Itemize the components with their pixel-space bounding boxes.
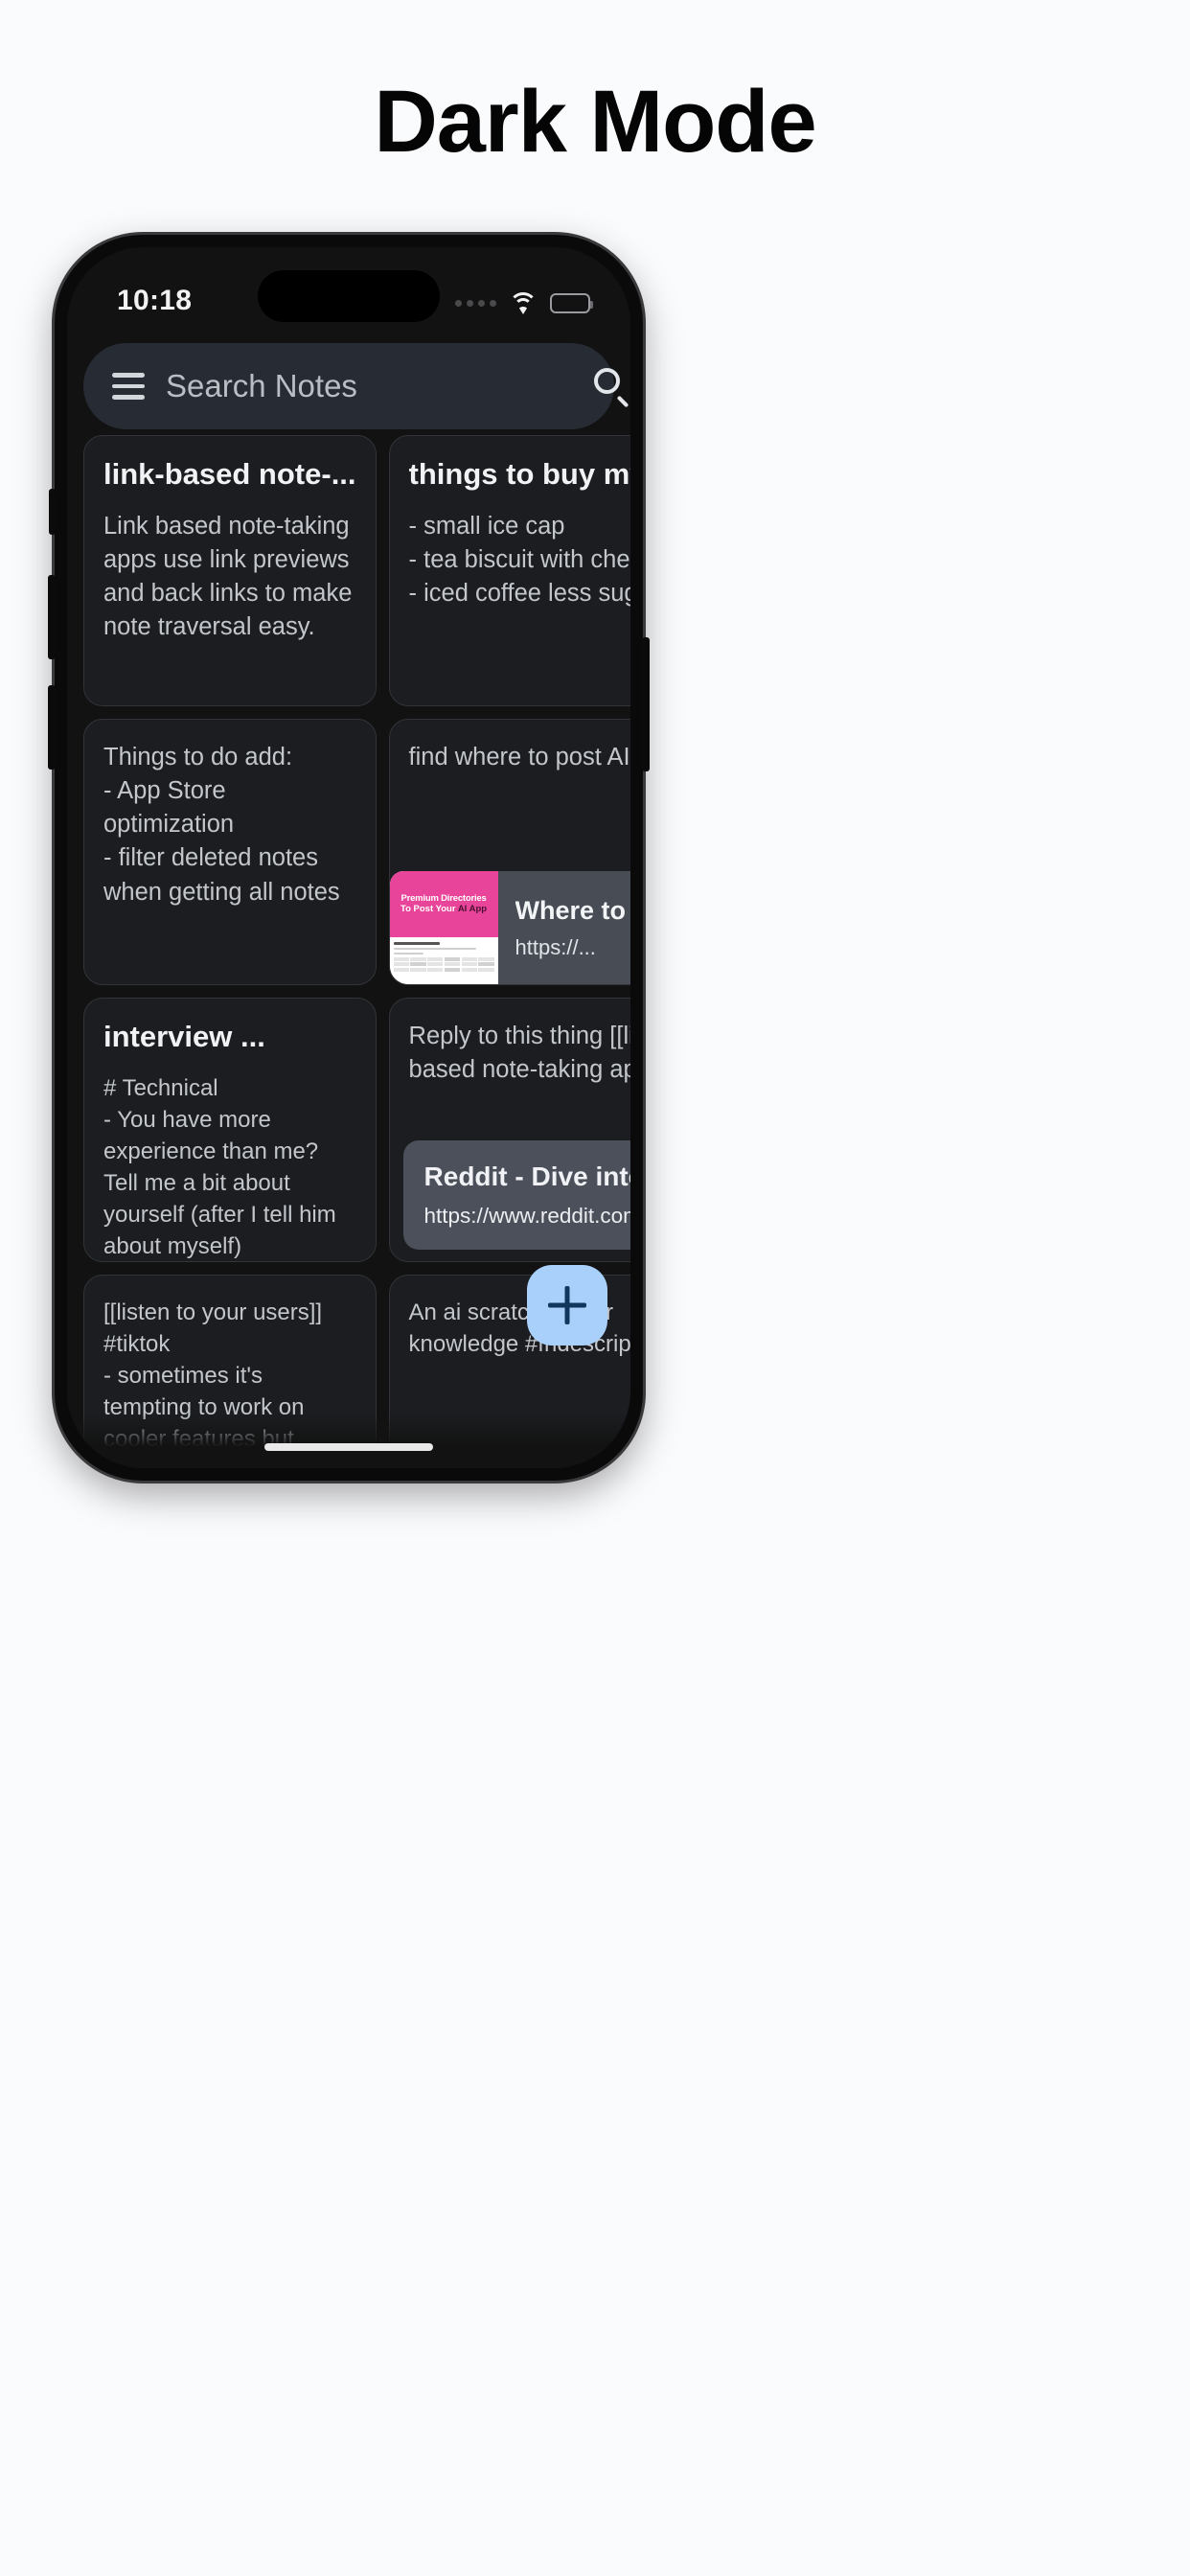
- note-title: link-based note-...: [103, 457, 356, 491]
- thumbnail-sheet-graphic: [389, 936, 498, 985]
- page-root: Dark Mode 10:18 Search Notes link-based …: [0, 0, 1190, 2576]
- link-card[interactable]: Reddit - Dive into ... https://www.reddi…: [402, 1139, 630, 1250]
- silent-switch[interactable]: [49, 489, 56, 535]
- thumbnail-line-2b: AI App: [457, 904, 488, 915]
- note-card[interactable]: Things to do add: - App Store optimizati…: [83, 718, 377, 986]
- wifi-icon: [509, 292, 538, 314]
- status-clock: 10:18: [117, 285, 193, 316]
- note-title: interview ...: [103, 1020, 265, 1054]
- volume-up-button[interactable]: [48, 575, 56, 659]
- plus-icon: [548, 1286, 586, 1324]
- note-body: Reply to this thing [[link-based note-ta…: [408, 1023, 630, 1084]
- link-preview-title: Where to ...: [515, 895, 630, 925]
- battery-full-icon: [550, 292, 593, 313]
- note-body: [[listen to your users]] #tiktok - somet…: [103, 1299, 323, 1453]
- link-preview[interactable]: Premium Directories To Post Your AI App: [389, 871, 630, 985]
- note-card-with-link[interactable]: Reply to this thing [[link-based note-ta…: [388, 998, 630, 1262]
- hamburger-menu-icon[interactable]: [112, 373, 145, 400]
- note-card[interactable]: link-based note-... Link based note-taki…: [83, 435, 377, 706]
- search-bar[interactable]: [83, 343, 629, 429]
- link-preview-thumbnail: Premium Directories To Post Your AI App: [389, 871, 498, 985]
- link-preview-url: https://...: [515, 934, 596, 959]
- note-body: find where to post AI app: [408, 743, 630, 770]
- note-body: # Technical - You have more experience t…: [103, 1074, 336, 1260]
- note-body: Link based note-taking apps use link pre…: [103, 512, 353, 641]
- cellular-dots-icon: [455, 299, 496, 307]
- note-card[interactable]: interview ... # Technical - You have mor…: [83, 998, 377, 1262]
- link-preview-text: Where to ... https://...: [498, 871, 630, 984]
- link-card-title: Reddit - Dive into ...: [423, 1161, 630, 1191]
- page-title: Dark Mode: [374, 73, 816, 171]
- power-button[interactable]: [642, 637, 650, 771]
- search-input[interactable]: [166, 368, 573, 404]
- phone-frame: 10:18 Search Notes link-based note-... L…: [48, 235, 650, 1481]
- volume-down-button[interactable]: [48, 685, 56, 770]
- status-bar: 10:18: [67, 247, 630, 335]
- note-title: things to buy my...: [408, 457, 630, 491]
- status-indicators: [455, 288, 593, 314]
- link-card-url: https://www.reddit.com/r/...: [423, 1203, 630, 1228]
- dynamic-island: [258, 270, 440, 322]
- note-card-with-preview[interactable]: find where to post AI app Premium Direct…: [388, 718, 630, 986]
- thumbnail-line-2a: To Post Your: [400, 904, 458, 915]
- phone-screen: 10:18 Search Notes link-based note-... L…: [67, 247, 630, 1468]
- search-icon[interactable]: [594, 368, 630, 408]
- notes-column-left: link-based note-... Link based note-taki…: [83, 435, 377, 1468]
- thumbnail-line-1: Premium Directories: [400, 893, 487, 905]
- note-card[interactable]: [[listen to your users]] #tiktok - somet…: [83, 1274, 377, 1468]
- home-indicator[interactable]: [264, 1443, 433, 1451]
- add-note-button[interactable]: [527, 1265, 607, 1346]
- note-body: - small ice cap - tea biscuit with chees…: [408, 512, 630, 607]
- note-card[interactable]: things to buy my... - small ice cap - te…: [388, 435, 630, 706]
- note-body: Things to do add: - App Store optimizati…: [103, 743, 340, 906]
